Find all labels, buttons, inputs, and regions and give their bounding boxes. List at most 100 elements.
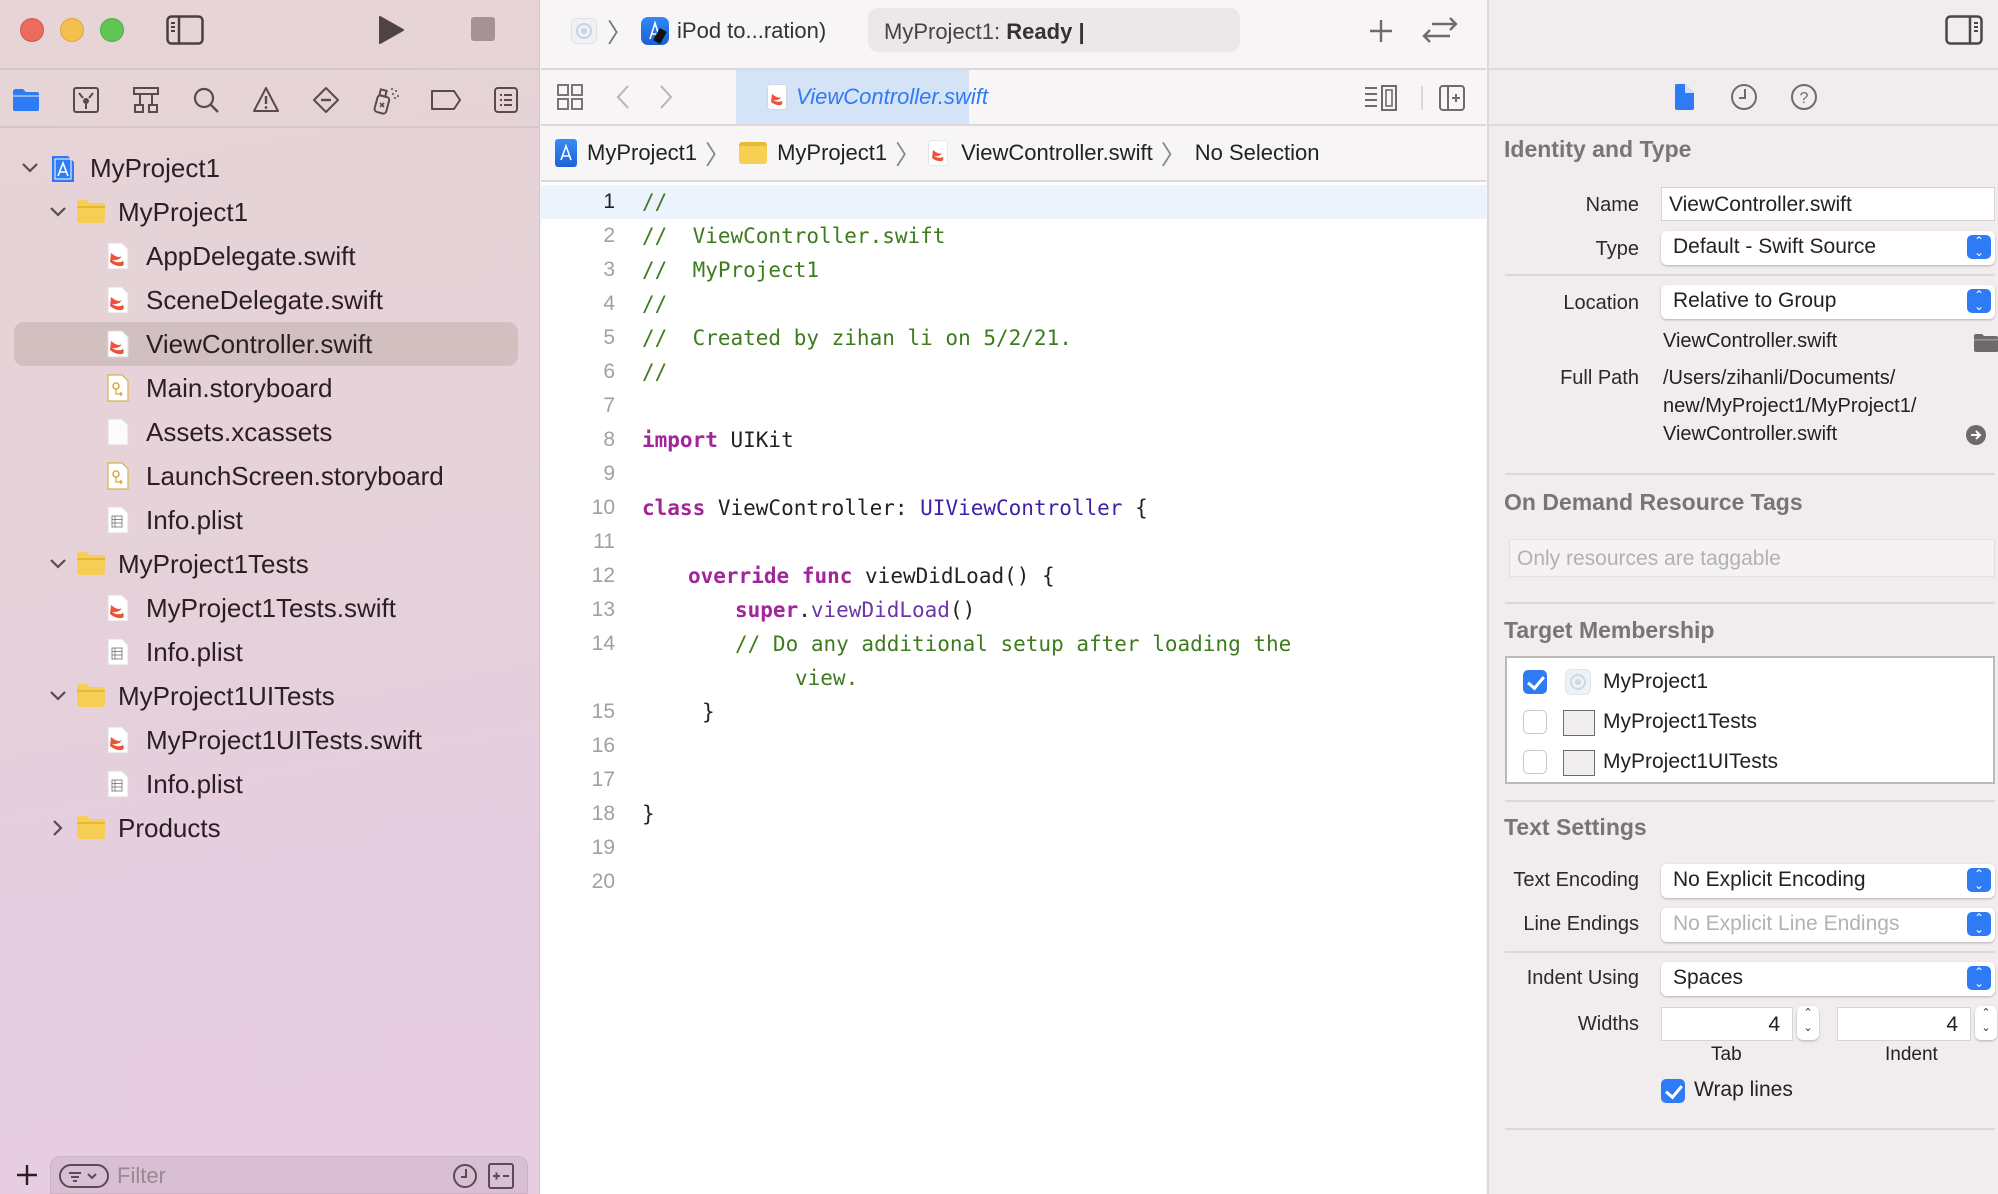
storyboard-file-icon: [106, 374, 134, 402]
find-navigator-icon[interactable]: [188, 82, 224, 118]
symbol-navigator-icon[interactable]: [128, 82, 164, 118]
jumpbar-project[interactable]: MyProject1: [555, 139, 697, 167]
tree-file-row[interactable]: AppDelegate.swift: [14, 234, 518, 278]
targets-section-title: Target Membership: [1504, 617, 1715, 643]
line-endings-popup[interactable]: No Explicit Line Endings ⌃ ⌄: [1661, 908, 1995, 942]
tree-group-row[interactable]: MyProject1Tests: [14, 542, 518, 586]
filter-input[interactable]: Filter: [50, 1156, 528, 1194]
add-editor-icon[interactable]: [1437, 83, 1467, 113]
tree-group-row[interactable]: MyProject1UITests: [14, 674, 518, 718]
project-navigator-icon[interactable]: [8, 82, 44, 118]
tree-file-row[interactable]: Info.plist: [14, 630, 518, 674]
back-chevron-icon[interactable]: [611, 82, 635, 112]
tree-group-row[interactable]: Products: [14, 806, 518, 850]
tree-file-row[interactable]: LaunchScreen.storyboard: [14, 454, 518, 498]
tree-file-row[interactable]: SceneDelegate.swift: [14, 278, 518, 322]
test-bundle-icon: [1563, 750, 1595, 776]
tree-file-row[interactable]: Main.storyboard: [14, 366, 518, 410]
tree-file-row[interactable]: MyProject1Tests.swift: [14, 586, 518, 630]
tree-file-row[interactable]: Info.plist: [14, 762, 518, 806]
comment: view.: [795, 666, 859, 690]
forward-chevron-icon[interactable]: [654, 82, 678, 112]
type-popup[interactable]: Default - Swift Source ⌃ ⌄: [1661, 231, 1995, 265]
status-cursor: |: [1078, 19, 1085, 44]
indent-using-popup[interactable]: Spaces ⌃ ⌄: [1661, 962, 1995, 996]
disclosure-chevron-down-icon[interactable]: [20, 158, 40, 178]
jumpbar-group[interactable]: MyProject1: [739, 140, 887, 166]
editor-options-icon[interactable]: [1363, 84, 1403, 112]
filter-options-icon[interactable]: [59, 1164, 109, 1188]
tree-group-row[interactable]: MyProject1: [14, 146, 518, 190]
scheme-chevron-icon: 〉: [607, 17, 634, 48]
tab-viewcontroller-swift[interactable]: ViewController.swift: [736, 70, 988, 124]
breakpoint-navigator-icon[interactable]: [428, 82, 464, 118]
tree-file-row[interactable]: Assets.xcassets: [14, 410, 518, 454]
run-icon[interactable]: [375, 14, 407, 46]
source-code-view[interactable]: 1 // 2 // ViewController.swift 3 // MyProje…: [541, 185, 1486, 899]
indent-width-stepper[interactable]: ⌃ ⌄: [1975, 1006, 1997, 1040]
jumpbar-symbol[interactable]: No Selection: [1195, 140, 1320, 166]
swift-file-icon: [106, 594, 134, 622]
scheme-selector[interactable]: 〉 iPod to...ration): [571, 14, 826, 48]
tree-file-row[interactable]: Info.plist: [14, 498, 518, 542]
toggle-inspector-icon[interactable]: [1945, 14, 1983, 46]
issue-navigator-icon[interactable]: [248, 82, 284, 118]
minimize-window-button[interactable]: [60, 18, 84, 42]
comment: // Created by zihan li on 5/2/21.: [642, 326, 1072, 350]
identifier: viewDidLoad() {: [852, 564, 1055, 588]
indent-width-field[interactable]: 4: [1837, 1007, 1971, 1041]
reveal-in-finder-icon[interactable]: [1964, 423, 1988, 447]
code-line: 18}: [541, 797, 1486, 831]
tree-item-label: SceneDelegate.swift: [146, 284, 384, 315]
target-row[interactable]: MyProject1UITests: [1507, 742, 1993, 782]
test-navigator-icon[interactable]: [308, 82, 344, 118]
history-inspector-icon[interactable]: [1729, 82, 1759, 112]
target-checkbox[interactable]: [1523, 670, 1547, 694]
debug-navigator-icon[interactable]: [368, 82, 404, 118]
run-destination-label: iPod to...ration): [677, 18, 827, 43]
quick-help-icon[interactable]: ?: [1789, 82, 1819, 112]
target-row[interactable]: MyProject1Tests: [1507, 702, 1993, 742]
tree-file-row[interactable]: MyProject1UITests.swift: [14, 718, 518, 762]
library-add-icon[interactable]: [1366, 16, 1396, 46]
source-control-navigator-icon[interactable]: [68, 82, 104, 118]
name-field[interactable]: ViewController.swift: [1661, 187, 1995, 221]
location-popup[interactable]: Relative to Group ⌃ ⌄: [1661, 285, 1995, 319]
swift-file-icon: [768, 85, 786, 109]
comment: //: [642, 360, 668, 384]
line-number: 4: [603, 292, 615, 315]
disclosure-chevron-down-icon[interactable]: [48, 686, 68, 706]
tree-file-row[interactable]: ViewController.swift: [14, 322, 518, 366]
code-line: 12 override func viewDidLoad() {: [541, 559, 1486, 593]
tree-item-label: AppDelegate.swift: [146, 240, 356, 271]
show-changed-files-icon[interactable]: [487, 1162, 515, 1190]
file-inspector-icon[interactable]: [1671, 82, 1697, 112]
disclosure-chevron-down-icon[interactable]: [48, 554, 68, 574]
recent-files-icon[interactable]: [451, 1162, 479, 1190]
stop-icon[interactable]: [470, 16, 496, 42]
disclosure-chevron-right-icon[interactable]: [48, 818, 68, 838]
target-checkbox[interactable]: [1523, 710, 1547, 734]
tab-caption: Tab: [1711, 1044, 1742, 1065]
related-items-grid-icon[interactable]: [555, 82, 585, 112]
full-path-label: Full Path: [1560, 367, 1639, 389]
disclosure-chevron-down-icon[interactable]: [48, 202, 68, 222]
tree-item-label: Assets.xcassets: [146, 416, 333, 447]
section-divider: [1505, 473, 1995, 475]
zoom-window-button[interactable]: [100, 18, 124, 42]
target-row[interactable]: MyProject1: [1507, 662, 1993, 702]
text-encoding-popup[interactable]: No Explicit Encoding ⌃ ⌄: [1661, 864, 1995, 898]
tab-width-field[interactable]: 4: [1661, 1007, 1793, 1041]
choose-location-folder-icon[interactable]: [1973, 332, 1998, 354]
toggle-navigator-icon[interactable]: [166, 14, 204, 46]
target-checkbox[interactable]: [1523, 750, 1547, 774]
add-file-icon[interactable]: [14, 1162, 40, 1188]
jumpbar-file[interactable]: ViewController.swift: [929, 140, 1153, 166]
tree-group-row[interactable]: MyProject1: [14, 190, 518, 234]
close-window-button[interactable]: [20, 18, 44, 42]
report-navigator-icon[interactable]: [488, 82, 524, 118]
tab-width-stepper[interactable]: ⌃ ⌄: [1797, 1006, 1819, 1040]
resource-tags-field[interactable]: Only resources are taggable: [1509, 539, 1995, 577]
code-review-icon[interactable]: [1419, 14, 1461, 48]
wrap-lines-checkbox[interactable]: [1661, 1079, 1685, 1103]
